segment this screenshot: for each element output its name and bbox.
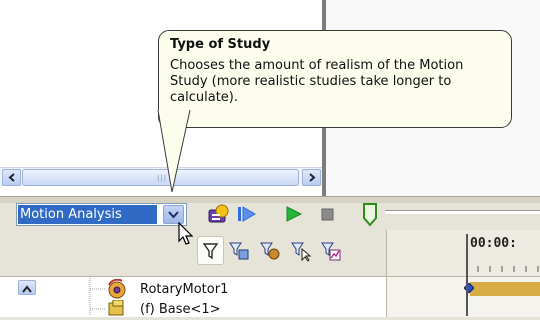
calculate-button[interactable] — [208, 204, 229, 224]
filter-driving-button[interactable] — [259, 240, 280, 260]
stop-icon — [321, 208, 334, 221]
chevron-right-icon — [308, 173, 316, 182]
study-type-value: Motion Analysis — [18, 205, 157, 224]
playback-slider-thumb[interactable] — [362, 203, 378, 227]
mouse-cursor-icon — [178, 222, 194, 245]
timeline-ticks — [477, 266, 539, 272]
filter-driving-icon — [260, 242, 280, 260]
tree-item-label: RotaryMotor1 — [140, 282, 229, 297]
play-from-start-icon — [238, 206, 256, 222]
chevron-up-icon — [22, 285, 32, 293]
filter-results-icon — [321, 242, 341, 261]
stop-button[interactable] — [318, 204, 338, 224]
filter-animated-icon — [229, 242, 249, 260]
chevron-left-icon — [7, 173, 15, 182]
play-from-start-button[interactable] — [236, 204, 256, 224]
timeline-time-label: 00:00: — [470, 236, 517, 251]
calculate-icon — [208, 204, 229, 223]
rotary-motor-icon — [108, 278, 126, 299]
play-icon — [286, 206, 303, 222]
study-type-select[interactable]: Motion Analysis — [16, 203, 187, 226]
filter-all-button[interactable] — [197, 236, 224, 265]
scroll-left-button[interactable] — [2, 169, 21, 186]
tooltip-pointer — [157, 110, 191, 192]
tooltip-title: Type of Study — [170, 37, 271, 52]
slider-thumb-icon — [363, 203, 377, 227]
tooltip-body: Chooses the amount of realism of the Mot… — [170, 58, 464, 105]
playback-slider-track[interactable] — [385, 210, 540, 214]
filter-selected-button[interactable] — [290, 240, 312, 262]
play-button[interactable] — [284, 204, 304, 224]
scroll-right-button[interactable] — [302, 169, 321, 186]
filter-icon — [202, 243, 219, 260]
tree-item-base[interactable] — [106, 299, 128, 320]
part-icon — [108, 299, 124, 316]
filter-animated-button[interactable] — [228, 240, 249, 260]
tree-collapse-button[interactable] — [18, 280, 36, 295]
filter-results-button[interactable] — [320, 240, 341, 261]
tree-item-label: (f) Base<1> — [140, 302, 221, 317]
timeline-change-bar[interactable] — [470, 282, 540, 296]
time-bar-marker[interactable] — [466, 234, 468, 316]
filter-selected-icon — [291, 242, 312, 262]
chevron-down-icon — [168, 211, 179, 219]
